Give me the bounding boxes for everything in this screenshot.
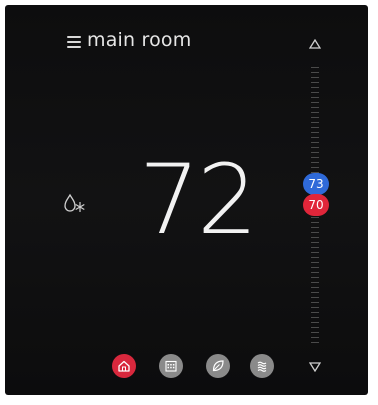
scale-tick <box>311 287 319 288</box>
current-temperature: 72 <box>138 144 258 256</box>
scale-tick <box>311 327 319 328</box>
scale-tick <box>311 167 319 168</box>
triangle-up-icon[interactable] <box>308 34 322 49</box>
scale-tick <box>311 152 319 153</box>
scale-tick <box>311 272 319 273</box>
scale-tick <box>311 257 319 258</box>
scale-tick <box>311 312 319 313</box>
scale-tick <box>311 297 319 298</box>
nav-schedule-button[interactable] <box>159 354 183 378</box>
triangle-down-icon[interactable] <box>308 357 322 373</box>
nav-home-button[interactable] <box>112 354 136 378</box>
scale-tick <box>311 127 319 128</box>
calendar-icon <box>165 360 177 372</box>
scale-tick <box>311 102 319 103</box>
heat-setpoint-badge[interactable]: 70 <box>303 194 329 216</box>
home-icon <box>118 360 130 372</box>
scale-tick <box>311 282 319 283</box>
scale-tick <box>311 322 319 323</box>
nav-humidity-button[interactable] <box>250 354 274 378</box>
cool-setpoint-badge[interactable]: 73 <box>303 173 329 195</box>
scale-tick <box>311 332 319 333</box>
scale-tick <box>311 262 319 263</box>
scale-tick <box>311 112 319 113</box>
scale-tick <box>311 157 319 158</box>
scale-tick <box>311 77 319 78</box>
scale-tick <box>311 142 319 143</box>
nav-eco-button[interactable] <box>206 354 230 378</box>
scale-tick <box>311 292 319 293</box>
auto-heat-cool-icon[interactable] <box>63 193 87 215</box>
scale-tick <box>311 72 319 73</box>
scale-tick <box>311 117 319 118</box>
scale-tick <box>311 232 319 233</box>
scale-tick <box>311 227 319 228</box>
scale-tick <box>311 222 319 223</box>
hamburger-menu-icon[interactable] <box>67 36 81 48</box>
scale-tick <box>311 302 319 303</box>
scale-tick <box>311 132 319 133</box>
thermostat-screen: main room 72 73 70 <box>5 5 368 395</box>
scale-tick <box>311 147 319 148</box>
scale-tick <box>311 217 319 218</box>
scale-tick <box>311 67 319 68</box>
scale-tick <box>311 342 319 343</box>
humidity-icon <box>257 361 267 372</box>
scale-tick <box>311 107 319 108</box>
scale-tick <box>311 122 319 123</box>
scale-tick <box>311 87 319 88</box>
scale-tick <box>311 252 319 253</box>
scale-tick <box>311 277 319 278</box>
scale-tick <box>311 242 319 243</box>
scale-tick <box>311 307 319 308</box>
scale-tick <box>311 337 319 338</box>
leaf-icon <box>212 360 224 372</box>
scale-tick <box>311 92 319 93</box>
room-title[interactable]: main room <box>87 29 191 51</box>
scale-tick <box>311 237 319 238</box>
scale-tick <box>311 317 319 318</box>
scale-tick <box>311 162 319 163</box>
scale-tick <box>311 97 319 98</box>
scale-tick <box>311 267 319 268</box>
scale-tick <box>311 247 319 248</box>
scale-tick <box>311 137 319 138</box>
scale-tick <box>311 82 319 83</box>
